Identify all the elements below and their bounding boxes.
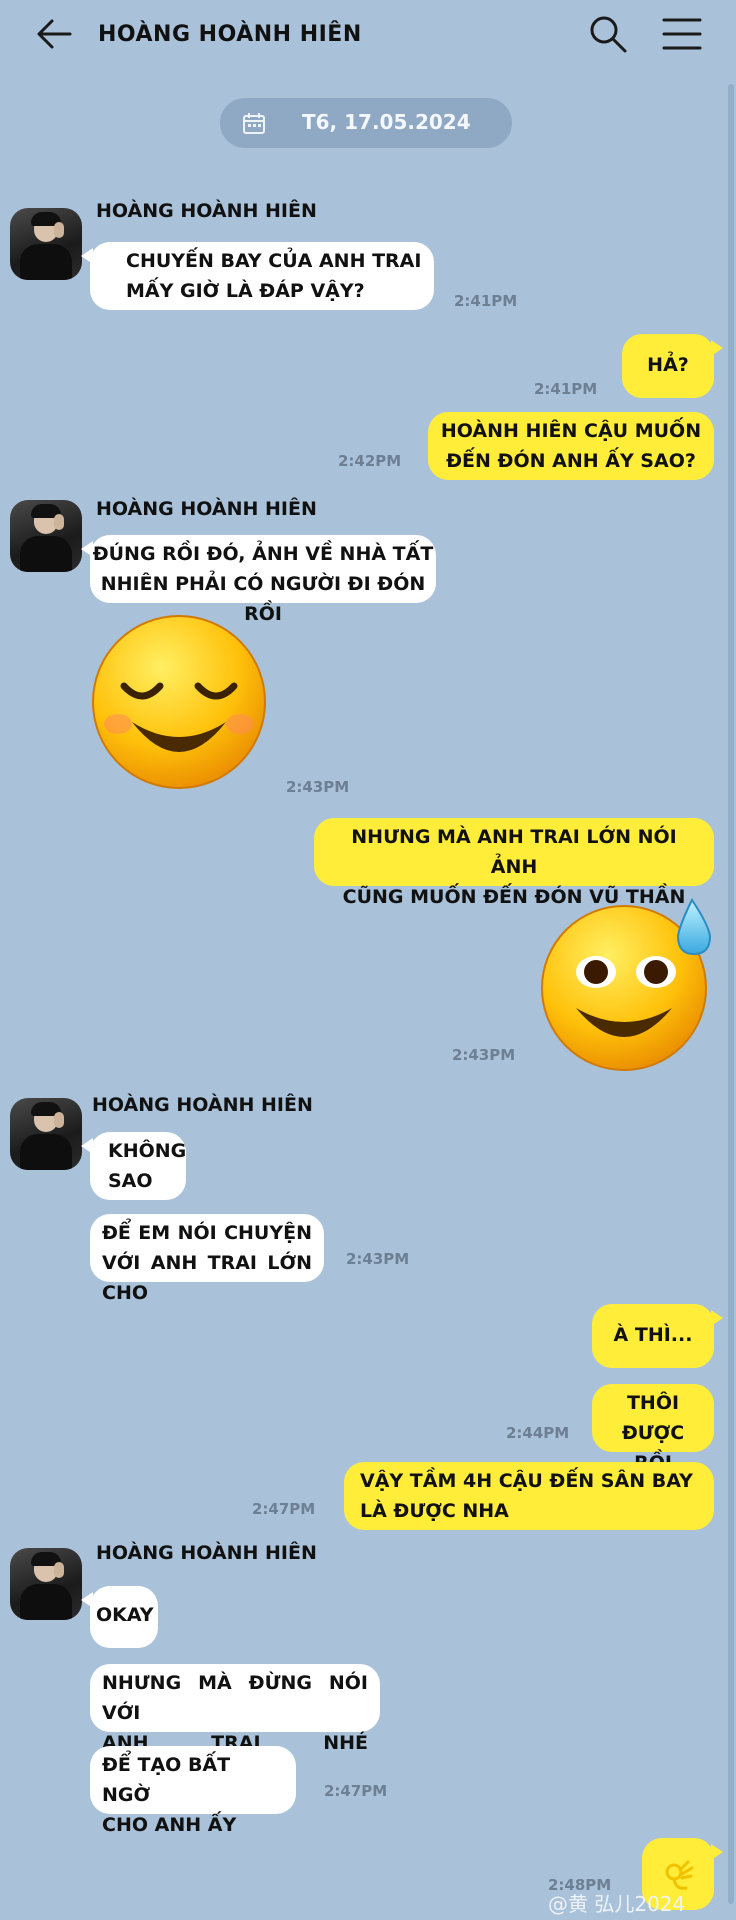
relieved-face-emoji bbox=[92, 615, 266, 789]
chat-title: HOÀNG HOÀNH HIÊN bbox=[98, 22, 362, 47]
message-time: 2:41PM bbox=[454, 292, 518, 310]
message-bubble-outgoing[interactable]: THÔI ĐƯỢC RỒI bbox=[592, 1384, 714, 1474]
message-bubble-incoming[interactable]: CHUYẾN BAY CỦA ANH TRAI MẤY GIỜ LÀ ĐÁP V… bbox=[81, 242, 434, 310]
message-time: 2:43PM bbox=[452, 1046, 516, 1064]
arrow-left-icon[interactable] bbox=[34, 16, 74, 52]
date-separator: T6, 17.05.2024 bbox=[220, 98, 512, 148]
sender-name: HOÀNG HOÀNH HIÊN bbox=[96, 200, 317, 222]
message-bubble-incoming[interactable]: ĐỂ EM NÓI CHUYỆN VỚI ANH TRAI LỚN CHO bbox=[90, 1214, 324, 1304]
avatar[interactable] bbox=[10, 208, 82, 280]
message-bubble-incoming[interactable]: NHƯNG MÀ ĐỪNG NÓI VỚI ANH TRAI NHÉ bbox=[90, 1664, 380, 1754]
message-time: 2:47PM bbox=[324, 1782, 388, 1800]
message-time: 2:47PM bbox=[252, 1500, 316, 1518]
message-bubble-incoming[interactable]: KHÔNG SAO bbox=[81, 1132, 186, 1200]
message-time: 2:42PM bbox=[338, 452, 402, 470]
message-time: 2:41PM bbox=[534, 380, 598, 398]
message-bubble-outgoing[interactable]: À THÌ... bbox=[592, 1304, 723, 1368]
calendar-icon bbox=[243, 113, 265, 134]
message-time: 2:44PM bbox=[506, 1424, 570, 1442]
message-bubble-outgoing[interactable]: HẢ? bbox=[622, 334, 723, 398]
watermark: @黄 弘儿2024 bbox=[548, 1892, 686, 1916]
message-time: 2:43PM bbox=[286, 778, 350, 796]
smiling-face-with-sweat-emoji bbox=[541, 898, 712, 1071]
avatar[interactable] bbox=[10, 1098, 82, 1170]
chat-header: HOÀNG HOÀNH HIÊN bbox=[0, 0, 736, 70]
sender-name: HOÀNG HOÀNH HIÊN bbox=[96, 498, 317, 520]
message-bubble-incoming[interactable]: OKAY bbox=[81, 1586, 158, 1648]
avatar[interactable] bbox=[10, 500, 82, 572]
sender-name: HOÀNG HOÀNH HIÊN bbox=[96, 1542, 317, 1564]
message-bubble-incoming[interactable]: ĐÚNG RỒI ĐÓ, ẢNH VỀ NHÀ TẤT NHIÊN PHẢI C… bbox=[81, 535, 436, 625]
date-text: T6, 17.05.2024 bbox=[302, 110, 471, 134]
message-bubble-outgoing[interactable]: HOÀNH HIÊN CẬU MUỐN ĐẾN ĐÓN ANH ẤY SAO? bbox=[428, 412, 714, 480]
scrollbar[interactable] bbox=[728, 84, 734, 1904]
message-bubble-outgoing[interactable]: NHƯNG MÀ ANH TRAI LỚN NÓI ẢNH CŨNG MUỐN … bbox=[314, 818, 714, 908]
sender-name: HOÀNG HOÀNH HIÊN bbox=[92, 1094, 313, 1116]
search-icon[interactable] bbox=[588, 14, 628, 54]
menu-icon[interactable] bbox=[660, 16, 704, 52]
message-time: 2:43PM bbox=[346, 1250, 410, 1268]
message-bubble-incoming[interactable]: ĐỂ TẠO BẤT NGỜ CHO ANH ẤY bbox=[90, 1746, 296, 1836]
ok-hand-icon bbox=[665, 1860, 694, 1890]
avatar[interactable] bbox=[10, 1548, 82, 1620]
message-bubble-outgoing[interactable]: VẬY TẦM 4H CẬU ĐẾN SÂN BAY LÀ ĐƯỢC NHA bbox=[344, 1462, 714, 1530]
